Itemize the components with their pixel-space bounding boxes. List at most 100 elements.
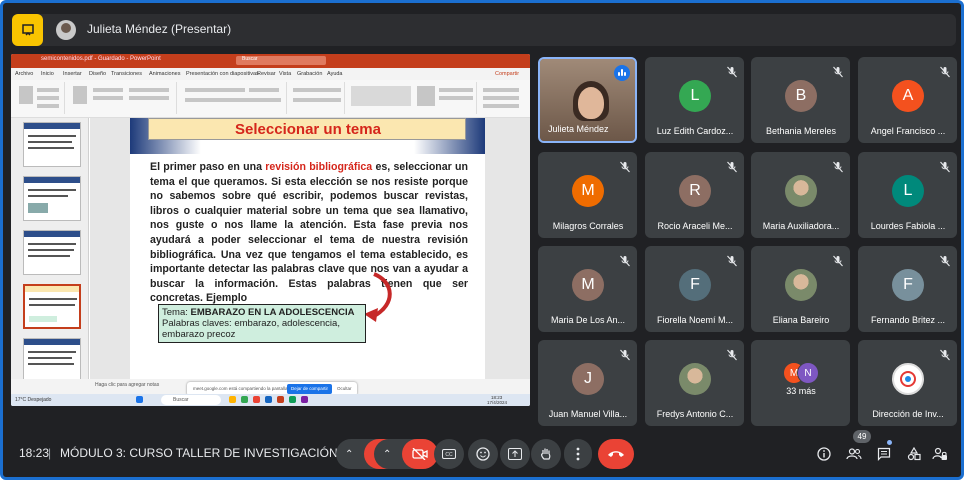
participant-tile-angel-francisco[interactable]: A Angel Francisco ... [858,57,957,143]
mic-off-icon [939,65,951,78]
slide-thumbnail[interactable] [23,230,81,275]
chevron-up-icon[interactable]: ⌃ [345,449,353,460]
participant-tile-direccion-de-inv[interactable]: Dirección de Inv... [858,340,957,426]
participant-avatar: R [679,175,711,207]
participant-avatar: A [892,80,924,112]
slide-thumbnail-selected[interactable] [23,284,81,329]
notes-hint[interactable]: Haga clic para agregar notas [95,382,159,388]
info-icon [817,447,831,461]
participant-name: Bethania Mereles [765,126,837,136]
ribbon-group-slides [67,82,177,114]
ribbon-group-editing [479,82,527,114]
ppt-tab[interactable]: Grabación [297,71,322,77]
ppt-tab[interactable]: Ayuda [327,71,343,77]
stop-sharing-button[interactable]: Dejar de compartir [287,384,332,394]
ppt-tab[interactable]: Inicio [41,71,54,77]
raise-hand-button[interactable] [531,439,561,469]
presenter-name: Julieta Méndez (Presentar) [87,22,232,36]
chrome-icon[interactable] [253,396,260,403]
people-button[interactable] [843,443,865,465]
chat-button[interactable] [873,443,895,465]
ppt-tab[interactable]: Insertar [63,71,82,77]
host-controls-button[interactable] [929,443,951,465]
leave-call-button[interactable] [598,439,634,469]
captions-button[interactable]: CC [434,439,464,469]
participant-name: Eliana Bareiro [772,315,830,325]
participant-name: Julieta Méndez [548,124,609,134]
taskbar-search[interactable]: Buscar [161,395,221,405]
activities-button[interactable] [903,443,925,465]
ppt-tab[interactable]: Presentación con diapositivas [186,71,259,77]
participant-tile-julieta-mendez[interactable]: Julieta Méndez [538,57,637,143]
ribbon-group-drawing [347,82,477,114]
shared-screen: semicontenidos.pdf - Guardado - PowerPoi… [11,54,530,406]
ppt-ribbon [11,80,530,118]
participant-tile-juan-manuel-villa[interactable]: J Juan Manuel Villa... [538,340,637,426]
ppt-tab[interactable]: Revisar [257,71,276,77]
participant-avatar: L [679,80,711,112]
ppt-tab[interactable]: Vista [279,71,291,77]
hide-button[interactable]: Ocultar [337,386,352,391]
ppt-tab[interactable]: Transiciones [111,71,142,77]
powerpoint-icon[interactable] [277,396,284,403]
participant-tile-rocio-araceli-me[interactable]: R Rocio Araceli Me... [645,152,744,238]
excel-icon[interactable] [289,396,296,403]
camera-off-button[interactable] [402,439,438,469]
participant-tile-bethania-mereles[interactable]: B Bethania Mereles [751,57,850,143]
slide-thumbnail[interactable] [23,338,81,383]
people-icon [846,448,862,460]
tema-label: Tema: [162,307,191,318]
slide-body-text: El primer paso en una [150,161,266,173]
participant-tile-luz-edith-cardoz[interactable]: L Luz Edith Cardoz... [645,57,744,143]
participant-name: Fiorella Noemí M... [656,315,734,325]
participant-tile-33-mas[interactable]: M N 33 más [751,340,850,426]
ppt-tab[interactable]: Diseño [89,71,106,77]
windows-start-icon[interactable] [136,396,143,403]
curved-arrow-icon [364,272,392,322]
meeting-clock: 18:23 [19,446,50,460]
slide-body-text: es, seleccionar un tema el que queramos.… [150,161,468,305]
app-icon[interactable] [241,396,248,403]
slide-title: Seleccionar un tema [235,121,381,138]
participant-name: Angel Francisco ... [870,126,946,136]
ppt-search-box[interactable]: Buscar [236,56,326,65]
file-explorer-icon[interactable] [229,396,236,403]
camera-off-icon [412,448,428,460]
presentation-icon[interactable] [12,14,43,46]
participant-avatar: J [572,363,604,395]
present-now-button[interactable] [500,439,530,469]
word-icon[interactable] [265,396,272,403]
ppt-share-button[interactable]: Compartir [495,71,519,77]
ribbon-group-clipboard [13,82,65,114]
more-options-button[interactable] [564,439,592,469]
ppt-tab[interactable]: Animaciones [149,71,181,77]
participant-tile-fiorella-noemi-m[interactable]: F Fiorella Noemí M... [645,246,744,332]
participant-tile-maria-auxiliadora[interactable]: Maria Auxiliadora... [751,152,850,238]
weather-widget[interactable]: 17°C Despejado [15,397,51,403]
ppt-tab[interactable]: Archivo [15,71,33,77]
participant-tile-lourdes-fabiola[interactable]: L Lourdes Fabiola ... [858,152,957,238]
chat-icon [877,447,891,461]
participant-tile-milagros-corrales[interactable]: M Milagros Corrales [538,152,637,238]
participant-tile-fredys-antonio-c[interactable]: Fredys Antonio C... [645,340,744,426]
slide-thumbnail[interactable] [23,176,81,221]
camera-control: ⌃ [374,439,438,469]
participant-name: Fernando Britez ... [870,315,946,325]
teams-icon[interactable] [301,396,308,403]
participant-tile-maria-de-los-an[interactable]: M Maria De Los An... [538,246,637,332]
mic-off-icon [619,254,631,267]
more-vert-icon [576,447,580,461]
more-participants-avatar: N [797,362,819,384]
slide-thumbnail[interactable] [23,122,81,167]
share-message: meet.google.com está compartiendo la pan… [193,386,289,391]
captions-icon: CC [442,449,456,459]
chevron-up-icon[interactable]: ⌃ [383,449,391,460]
participant-avatar: M [572,269,604,301]
present-icon [508,448,522,460]
emoji-icon [476,447,490,461]
participant-tile-fernando-britez[interactable]: F Fernando Britez ... [858,246,957,332]
meeting-details-button[interactable] [813,443,835,465]
slide[interactable]: Seleccionar un tema El primer paso en un… [130,118,485,380]
reactions-button[interactable] [468,439,498,469]
participant-tile-eliana-bareiro[interactable]: Eliana Bareiro [751,246,850,332]
